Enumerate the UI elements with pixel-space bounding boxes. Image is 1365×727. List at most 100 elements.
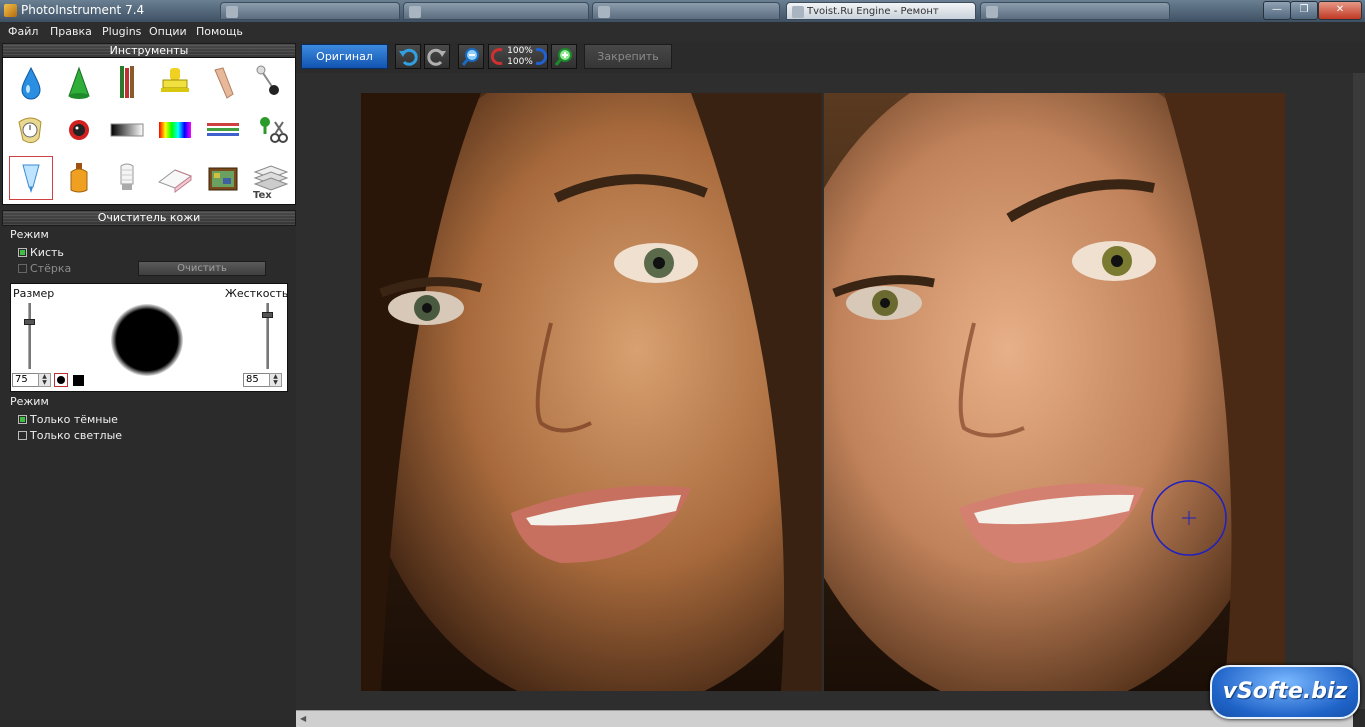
- light-tool[interactable]: [105, 156, 149, 200]
- rainbow-gradient-icon: [159, 122, 191, 138]
- pin-button[interactable]: Закрепить: [584, 44, 672, 69]
- eraser-checkbox[interactable]: [18, 264, 27, 273]
- mode2-label: Режим: [10, 395, 49, 408]
- cut-tool[interactable]: [249, 108, 293, 152]
- red-eye-tool[interactable]: [57, 108, 101, 152]
- zoom-out-icon: [461, 48, 479, 66]
- gradient-tool[interactable]: [105, 108, 149, 152]
- minimize-button[interactable]: —: [1263, 1, 1291, 20]
- original-button[interactable]: Оригинал: [301, 44, 388, 69]
- menu-edit[interactable]: Правка: [50, 25, 92, 38]
- redo-icon: [427, 48, 446, 66]
- browser-tab[interactable]: [403, 2, 589, 20]
- color-lines-icon: [207, 123, 239, 136]
- mode-label: Режим: [10, 228, 49, 241]
- brush-preview: [111, 304, 183, 376]
- portrait-before-image: [361, 93, 822, 691]
- only-light-checkbox[interactable]: [18, 431, 27, 440]
- text-stack-icon: Tex: [253, 165, 289, 201]
- tab-favicon-icon: [598, 6, 610, 18]
- pin-icon: [256, 65, 279, 95]
- size-label: Размер: [13, 287, 55, 300]
- zoom-100-button[interactable]: 100% 100%: [488, 44, 548, 69]
- size-slider[interactable]: [28, 303, 31, 369]
- undo-button[interactable]: [395, 44, 421, 69]
- gray-gradient-icon: [110, 123, 144, 137]
- vertical-scrollbar[interactable]: [1353, 73, 1365, 709]
- only-light-label[interactable]: Только светлые: [30, 429, 122, 442]
- restore-button[interactable]: ❐: [1290, 1, 1318, 20]
- concealer-tube-icon: [214, 67, 234, 99]
- browser-tab[interactable]: [980, 2, 1170, 20]
- menu-plugins[interactable]: Plugins: [102, 25, 141, 38]
- watermark-logo: vSofte.biz: [1210, 665, 1360, 719]
- light-bulb-icon: [120, 163, 134, 190]
- round-brush-icon[interactable]: [54, 373, 68, 387]
- fit-right-icon: [535, 48, 547, 65]
- menu-file[interactable]: Файл: [8, 25, 38, 38]
- zoom-100-top: 100%: [507, 46, 533, 56]
- brush-option-label[interactable]: Кисть: [30, 246, 64, 259]
- brush-checkbox[interactable]: [18, 248, 27, 257]
- scroll-left-icon[interactable]: ◀: [300, 714, 306, 723]
- texture-tool[interactable]: [201, 156, 245, 200]
- water-drop-icon: [21, 66, 41, 100]
- browser-tab-active[interactable]: Tvoist.Ru Engine - Ремонт: [786, 2, 976, 20]
- portrait-after-image: [824, 93, 1285, 691]
- color-lines-tool[interactable]: [201, 108, 245, 152]
- skin-cleaner-cone-icon: [22, 164, 40, 193]
- perfume-bottle-icon: [70, 163, 88, 193]
- menu-help[interactable]: Помощь: [196, 25, 243, 38]
- tab-favicon-icon: [409, 6, 421, 18]
- concealer-tool[interactable]: [201, 60, 245, 104]
- water-drop-tool[interactable]: [9, 60, 53, 104]
- only-dark-label[interactable]: Только тёмные: [30, 413, 118, 426]
- redo-button[interactable]: [424, 44, 450, 69]
- retouched-photo[interactable]: [824, 93, 1285, 691]
- square-brush-icon[interactable]: [73, 375, 84, 386]
- perfume-tool[interactable]: [57, 156, 101, 200]
- tab-favicon-icon: [226, 6, 238, 18]
- window-title: PhotoInstrument 7.4: [21, 3, 145, 17]
- green-cone-icon: [68, 66, 90, 99]
- hardness-slider-thumb[interactable]: [262, 312, 273, 319]
- pin-tool[interactable]: [249, 60, 293, 104]
- color-gradient-tool[interactable]: [153, 108, 197, 152]
- hardness-label: Жесткость: [225, 287, 289, 300]
- sharpen-tool[interactable]: [57, 60, 101, 104]
- hardness-spinner[interactable]: ▲ ▼: [269, 373, 282, 387]
- pencils-tool[interactable]: [105, 60, 149, 104]
- browser-tab[interactable]: [592, 2, 780, 20]
- pencils-icon: [120, 66, 134, 98]
- scissors-pin-icon: [260, 117, 288, 143]
- fit-left-icon: [490, 48, 503, 65]
- stamp-tool[interactable]: [153, 60, 197, 104]
- svg-text:Tex: Tex: [253, 190, 272, 200]
- only-dark-checkbox[interactable]: [18, 415, 27, 424]
- zoom-out-button[interactable]: [458, 44, 484, 69]
- clear-button[interactable]: Очистить: [138, 261, 266, 276]
- menu-options[interactable]: Опции: [149, 25, 187, 38]
- zoom-in-icon: [554, 48, 572, 66]
- liquify-tool[interactable]: [9, 108, 53, 152]
- tv-texture-icon: [208, 167, 238, 191]
- size-slider-thumb[interactable]: [24, 318, 35, 325]
- skin-cleaner-header: Очиститель кожи: [2, 210, 296, 226]
- size-spinner[interactable]: ▲ ▼: [38, 373, 51, 387]
- skin-cleaner-tool[interactable]: [9, 156, 53, 200]
- eraser-tool[interactable]: [153, 156, 197, 200]
- tools-grid: Tex: [2, 57, 296, 205]
- text-tool[interactable]: Tex: [249, 156, 293, 201]
- title-bar: PhotoInstrument 7.4 Tvoist.Ru Engine - Р…: [0, 0, 1365, 23]
- tab-favicon-icon: [792, 6, 804, 18]
- eraser-option-label[interactable]: Стёрка: [30, 262, 71, 275]
- tab-favicon-icon: [986, 6, 998, 18]
- stamp-icon: [161, 68, 189, 92]
- zoom-in-button[interactable]: [551, 44, 577, 69]
- app-icon: [4, 4, 17, 17]
- horizontal-scrollbar[interactable]: ◀: [296, 710, 1353, 727]
- melting-clock-icon: [18, 117, 42, 144]
- browser-tab[interactable]: [220, 2, 400, 20]
- close-button[interactable]: ✕: [1318, 1, 1362, 20]
- undo-icon: [399, 48, 418, 66]
